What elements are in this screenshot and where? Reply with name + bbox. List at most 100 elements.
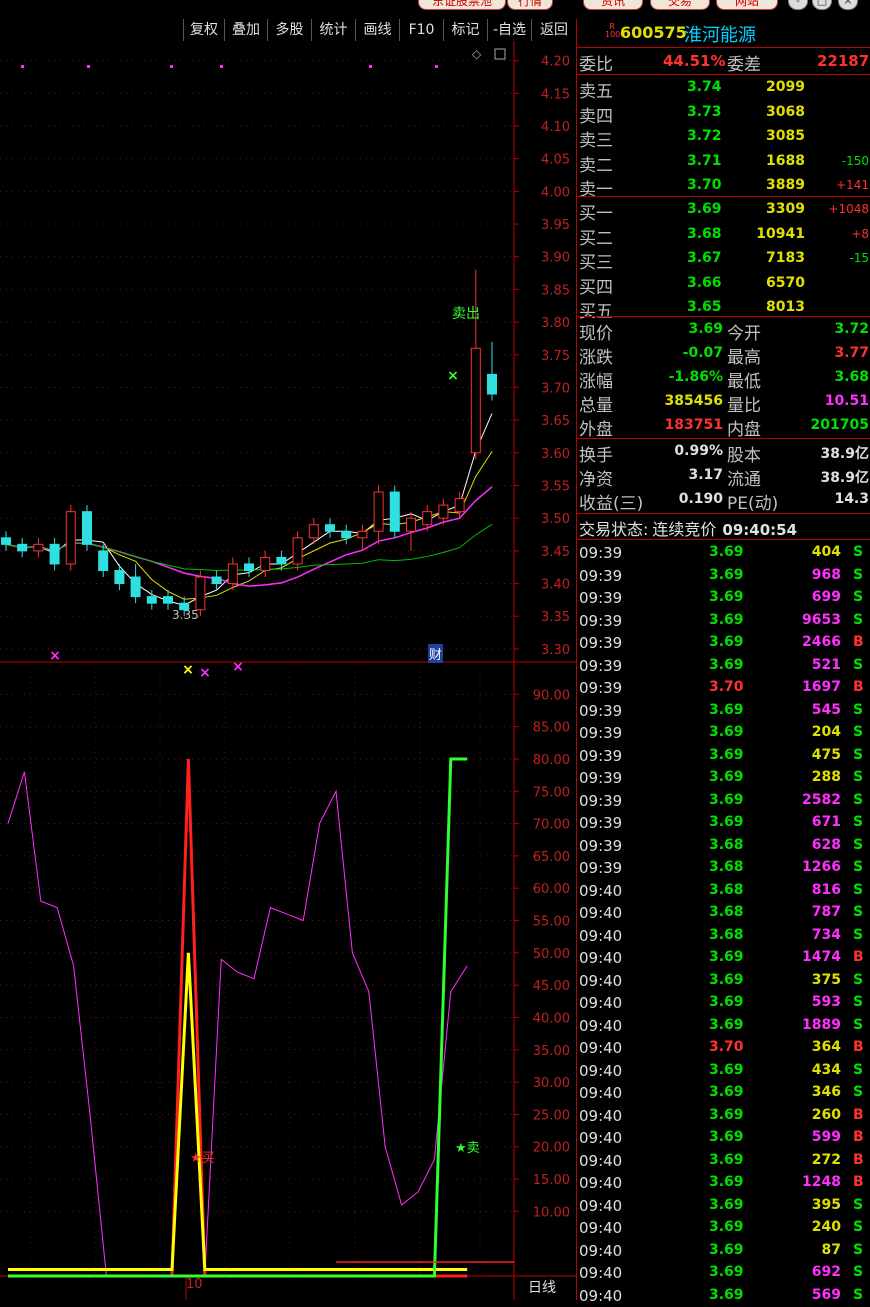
candle-body	[260, 556, 271, 571]
indicator-line	[8, 952, 468, 1272]
tick-row[interactable]: 09:39 3.69 671 S	[577, 812, 870, 834]
mark-button[interactable]: 标记	[443, 19, 487, 41]
tick-side: B	[853, 1039, 864, 1055]
tick-price: 3.68	[709, 926, 744, 943]
finance-marker[interactable]: 财	[428, 644, 444, 663]
tick-side: S	[853, 926, 864, 943]
candle-body	[195, 576, 206, 611]
tick-time: 09:40	[579, 926, 623, 945]
tick-side: S	[853, 1016, 864, 1033]
tick-row[interactable]: 09:40 3.68 787 S	[577, 902, 870, 924]
tick-row[interactable]: 09:40 3.69 375 S	[577, 970, 870, 992]
overlay-button[interactable]: 叠加	[224, 19, 267, 41]
chart-area[interactable]: 4.20 4.15 4.10 4.05 4.00 3.95 3.90 3.85 3.80 3.75…	[0, 41, 576, 1300]
period-label[interactable]: 日线	[528, 1277, 556, 1297]
tick-price: 3.70	[709, 679, 744, 695]
tick-row[interactable]: 09:39 3.70 1697 B	[577, 677, 870, 699]
tick-volume: 240	[811, 1219, 841, 1235]
bids-label: 买四	[579, 277, 613, 298]
tick-row[interactable]: 09:40 3.70 364 B	[577, 1037, 870, 1059]
tick-row[interactable]: 09:40 3.69 1248 B	[577, 1172, 870, 1194]
asks-price: 3.74	[687, 79, 722, 95]
back-button[interactable]: 返回	[531, 19, 576, 41]
tick-row[interactable]: 09:39 3.68 628 S	[577, 835, 870, 857]
tick-volume: 1889	[802, 1016, 841, 1033]
tick-row[interactable]: 09:40 3.69 593 S	[577, 992, 870, 1014]
tab-news[interactable]: 资讯	[583, 0, 643, 10]
tick-row[interactable]: 09:40 3.69 599 B	[577, 1127, 870, 1149]
candle-body	[1, 537, 11, 545]
tick-row[interactable]: 09:39 3.69 204 S	[577, 722, 870, 744]
tick-row[interactable]: 09:39 3.69 545 S	[577, 700, 870, 722]
close-button[interactable]: ×	[838, 0, 858, 10]
tick-row[interactable]: 09:39 3.69 404 S	[577, 542, 870, 564]
price-tick-label: 3.90	[541, 251, 570, 266]
draw-line-button[interactable]: 画线	[355, 19, 399, 41]
tick-row[interactable]: 09:40 3.69 272 B	[577, 1150, 870, 1172]
tick-row[interactable]: 09:40 3.69 1889 S	[577, 1015, 870, 1037]
fund-value: 0.99%	[674, 443, 723, 459]
window-title-bar: 东证股票池 行情 资讯 交易 网站 - □ ×	[0, 0, 870, 20]
bids-label: 买二	[579, 228, 613, 249]
tick-time: 09:39	[579, 634, 623, 652]
tab-trade[interactable]: 交易	[650, 0, 710, 10]
tick-row[interactable]: 09:39 3.69 288 S	[577, 767, 870, 789]
tick-row[interactable]: 09:39 3.69 9653 S	[577, 610, 870, 632]
tick-side: S	[853, 1196, 864, 1213]
price-tick-label: 3.45	[541, 545, 570, 560]
tick-row[interactable]: 09:39 3.69 2466 B	[577, 632, 870, 654]
tick-row[interactable]: 09:39 3.69 2582 S	[577, 790, 870, 812]
tick-row[interactable]: 09:40 3.69 569 S	[577, 1285, 870, 1307]
fund-label: 流通	[727, 470, 761, 490]
signal-cross-icon: ×	[199, 665, 211, 681]
multi-stock-button[interactable]: 多股	[267, 19, 311, 41]
price-tick-label: 3.70	[541, 381, 570, 396]
tick-row[interactable]: 09:40 3.68 816 S	[577, 880, 870, 902]
remove-favorite-button[interactable]: -自选	[487, 19, 531, 41]
sell-signal-label-2: ★卖	[455, 1141, 480, 1156]
tick-row[interactable]: 09:40 3.69 1474 B	[577, 947, 870, 969]
tab-website[interactable]: 网站	[716, 0, 778, 10]
tick-row[interactable]: 09:40 3.69 434 S	[577, 1060, 870, 1082]
tick-price: 3.69	[709, 634, 744, 650]
signal-cross-icon: ×	[49, 648, 61, 664]
tick-side: B	[853, 679, 864, 695]
statistics-button[interactable]: 统计	[311, 19, 355, 41]
tick-row[interactable]: 09:39 3.69 475 S	[577, 745, 870, 767]
tick-row[interactable]: 09:40 3.69 395 S	[577, 1195, 870, 1217]
buy-signal-label: ★买	[190, 1151, 215, 1166]
tick-row[interactable]: 09:40 3.69 87 S	[577, 1240, 870, 1262]
tick-row[interactable]: 09:40 3.69 346 S	[577, 1082, 870, 1104]
tick-side: S	[853, 814, 864, 830]
tick-row[interactable]: 09:40 3.69 260 B	[577, 1105, 870, 1127]
tick-row[interactable]: 09:40 3.69 240 S	[577, 1217, 870, 1239]
ind-tick-label: 10.00	[533, 1205, 570, 1220]
tick-row[interactable]: 09:39 3.69 521 S	[577, 655, 870, 677]
weibi-value: 44.51%	[663, 52, 726, 70]
tick-row[interactable]: 09:40 3.69 692 S	[577, 1262, 870, 1284]
tick-row[interactable]: 09:39 3.69 699 S	[577, 587, 870, 609]
tick-row[interactable]: 09:39 3.68 1266 S	[577, 857, 870, 879]
ind-tick-label: 35.00	[533, 1044, 570, 1059]
tick-row[interactable]: 09:40 3.68 734 S	[577, 925, 870, 947]
tick-volume: 1697	[802, 679, 841, 695]
tick-time: 09:40	[579, 1264, 623, 1282]
tab-stock-pool[interactable]: 东证股票池	[418, 0, 506, 10]
tick-side: B	[853, 1129, 864, 1145]
bids-price: 3.68	[687, 225, 722, 242]
ind-tick-label: 50.00	[533, 947, 570, 962]
bids-volume: 3309	[766, 201, 805, 217]
tab-market[interactable]: 行情	[507, 0, 553, 10]
tick-volume: 1248	[802, 1174, 841, 1190]
tick-row[interactable]: 09:39 3.69 968 S	[577, 565, 870, 587]
quote-label: 现价	[579, 324, 613, 344]
asks-volume: 3889	[766, 177, 805, 193]
tick-volume: 816	[811, 881, 841, 898]
asks-volume: 3085	[766, 128, 805, 144]
minimize-button[interactable]: -	[788, 0, 808, 10]
fuquan-button[interactable]: 复权	[183, 19, 224, 41]
quote-label: 最低	[727, 372, 761, 392]
f10-button[interactable]: F10	[399, 19, 443, 41]
tick-time: 09:40	[579, 1084, 623, 1102]
maximize-button[interactable]: □	[812, 0, 832, 10]
